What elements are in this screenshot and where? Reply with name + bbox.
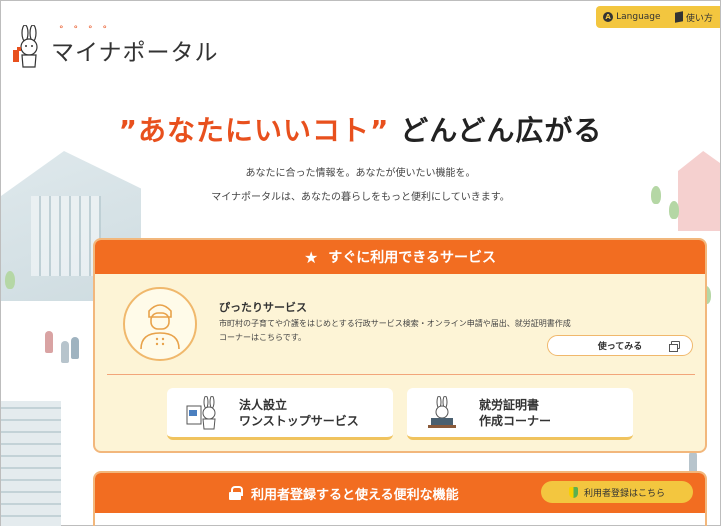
beginner-mark-icon (568, 486, 578, 498)
hero-headline: ”あなたにいいコト” どんどん広がる (1, 109, 720, 149)
corporate-onestop-label: 法人設立 ワンストップサービス (239, 397, 359, 428)
person-illustration (61, 341, 69, 363)
mascot-laptop-icon (425, 395, 459, 430)
mascot-logo-icon (11, 24, 45, 69)
book-icon (674, 11, 683, 23)
services-panel-header: ★ すぐに利用できるサービス (95, 240, 705, 274)
employment-certificate-button[interactable]: 就労証明書 作成コーナー (407, 388, 633, 440)
logo-text: マイナポータル (51, 40, 219, 66)
building-illustration (1, 401, 61, 526)
language-label: Language (616, 12, 661, 22)
services-panel: ★ すぐに利用できるサービス ぴったりサービス 市町村の子育てや介護をはじめとす… (93, 238, 707, 453)
logo-dots-decoration: °°°° (59, 25, 117, 35)
mascot-document-icon (185, 395, 219, 430)
building-windows-illustration (31, 196, 101, 276)
person-illustration (689, 451, 697, 473)
language-link[interactable]: A Language (603, 12, 661, 22)
employment-certificate-label: 就労証明書 作成コーナー (479, 397, 552, 428)
pittari-service-title: ぴったりサービス (219, 301, 307, 314)
utility-bar: A Language 使い方 (596, 6, 720, 28)
guide-link[interactable]: 使い方 (674, 11, 713, 24)
headline-rest: どんどん広がる (400, 114, 603, 147)
person-illustration (71, 337, 79, 359)
corporate-onestop-button[interactable]: 法人設立 ワンストップサービス (167, 388, 393, 440)
external-link-icon (669, 341, 680, 352)
try-pittari-button[interactable]: 使ってみる (547, 335, 693, 356)
pittari-service-description: 市町村の子育てや介護をはじめとする行政サービス検索・オンライン申請や届出、就労証… (219, 319, 571, 342)
concierge-icon (140, 304, 180, 350)
hero-subtitle-1: あなたに合った情報を。あなたが使いたい機能を。 (245, 168, 476, 179)
registered-features-panel: 利用者登録すると使える便利な機能 利用者登録はこちら (93, 471, 707, 526)
tree-illustration (669, 201, 679, 219)
services-panel-title: すぐに利用できるサービス (328, 250, 497, 266)
lock-icon (229, 486, 243, 500)
guide-label: 使い方 (685, 13, 713, 24)
user-registration-label: 利用者登録はこちら (583, 488, 665, 499)
panel-divider (107, 374, 695, 375)
try-button-label: 使ってみる (597, 342, 643, 352)
person-illustration (45, 331, 53, 353)
user-registration-button[interactable]: 利用者登録はこちら (541, 481, 693, 503)
hero-subtitle-2: マイナポータルは、あなたの暮らしをもっと便利にしていきます。 (211, 192, 510, 203)
language-icon: A (603, 12, 614, 22)
star-icon: ★ (303, 247, 319, 267)
tree-illustration (5, 271, 15, 289)
registered-features-title: 利用者登録すると使える便利な機能 (251, 487, 459, 503)
pittari-illustration (123, 287, 197, 361)
headline-accent: ”あなたにいいコト” (118, 114, 390, 147)
